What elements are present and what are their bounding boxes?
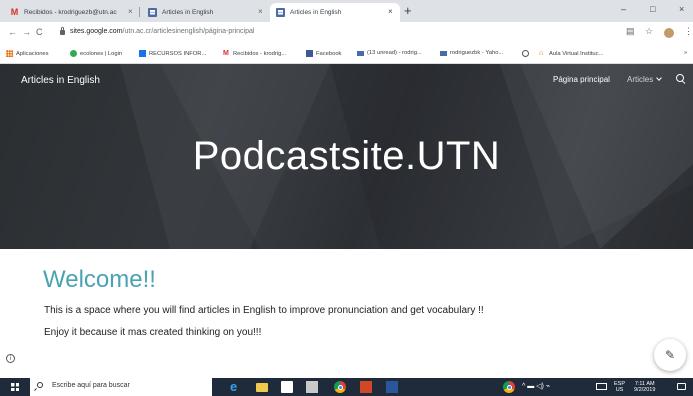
- bookmark-label: Facebook: [316, 50, 342, 57]
- mail-icon: [440, 50, 447, 56]
- apps-grid-icon: [6, 50, 13, 57]
- site-title[interactable]: Articles in English: [21, 75, 100, 86]
- chrome-tray-icon[interactable]: [503, 381, 515, 393]
- bookmark-recursos[interactable]: RECURSOS INFOR...: [139, 50, 206, 57]
- file-explorer-icon[interactable]: [256, 383, 268, 392]
- powerpoint-icon[interactable]: [360, 381, 372, 393]
- taskbar-search-placeholder: Escribe aquí para buscar: [52, 382, 130, 389]
- edge-browser-icon[interactable]: e: [230, 380, 242, 393]
- bookmark-label: Aula Virtual Instituc...: [549, 50, 604, 57]
- bookmarks-overflow-button[interactable]: »: [684, 50, 687, 56]
- minimize-button[interactable]: –: [621, 4, 626, 14]
- google-sites-icon: [148, 8, 157, 17]
- address-bar[interactable]: sites.google.com/utn.ac.cr/articlesineng…: [70, 28, 254, 35]
- globe-icon: [522, 50, 529, 57]
- bookmark-label: rodriguezbk - Yaho...: [450, 50, 504, 56]
- bookmark-globe[interactable]: [522, 50, 532, 57]
- bookmark-aplicaciones[interactable]: Aplicaciones: [6, 50, 49, 57]
- google-sites-icon: [276, 8, 285, 17]
- taskbar-search-box[interactable]: Escribe aquí para buscar: [30, 378, 212, 396]
- bookmarks-bar: Aplicaciones ecolones | Login RECURSOS I…: [0, 46, 693, 64]
- bookmark-label: Aplicaciones: [16, 50, 49, 57]
- gmail-icon: M: [223, 50, 229, 57]
- browser-toolbar: ← → C sites.google.com/utn.ac.cr/article…: [0, 22, 693, 46]
- nav-articles-menu[interactable]: Articles: [627, 75, 663, 84]
- bookmark-star-icon[interactable]: ☆: [645, 26, 653, 37]
- keyboard-icon[interactable]: [596, 383, 607, 390]
- input-language[interactable]: ESP US: [614, 381, 625, 393]
- url-host: sites.google.com: [70, 28, 123, 35]
- tab-gmail[interactable]: M Recibidos - krodriguezb@utn.ac: [4, 3, 137, 22]
- welcome-heading: Welcome!!: [43, 266, 156, 293]
- forward-button[interactable]: →: [22, 27, 31, 37]
- close-tab-icon[interactable]: ×: [128, 7, 133, 16]
- window-close-button[interactable]: ×: [679, 4, 684, 14]
- intro-paragraph: This is a space where you will find arti…: [44, 305, 484, 316]
- gmail-icon: M: [10, 7, 19, 17]
- tab-title: Articles in English: [290, 9, 342, 16]
- new-tab-button[interactable]: +: [404, 3, 412, 19]
- lock-icon[interactable]: [60, 27, 65, 35]
- notifications-icon[interactable]: [677, 383, 686, 390]
- mail-icon: [357, 50, 364, 56]
- extension-avatar-icon[interactable]: [664, 28, 674, 40]
- tab-title: Recibidos - krodriguezb@utn.ac: [24, 9, 117, 16]
- search-icon: [37, 382, 43, 388]
- site-hero-banner: Articles in English Página principal Art…: [0, 64, 693, 249]
- keyboard-layout: US: [615, 387, 624, 393]
- bookmark-label: Recibidos - krodrig...: [233, 50, 287, 57]
- translate-icon[interactable]: ▤: [626, 26, 635, 37]
- url-path: /utn.ac.cr/articlesinenglish/página-prin…: [122, 28, 255, 35]
- bookmark-label: (13 unread) - rodrig...: [367, 50, 422, 56]
- back-button[interactable]: ←: [8, 27, 17, 37]
- tab-divider: [139, 7, 140, 17]
- browser-tab-strip: M Recibidos - krodriguezb@utn.ac × Artic…: [0, 0, 693, 22]
- bookmark-recibidos[interactable]: M Recibidos - krodrig...: [223, 50, 286, 57]
- hero-heading: Podcastsite.UTN: [192, 134, 501, 178]
- aula-icon: ⌂: [539, 50, 544, 57]
- tab-articles-active[interactable]: Articles in English: [270, 3, 400, 22]
- bookmark-label: ecolones | Login: [80, 50, 123, 57]
- word-icon[interactable]: [386, 381, 398, 393]
- reload-button[interactable]: C: [36, 27, 43, 37]
- bookmark-unread[interactable]: (13 unread) - rodrig...: [357, 50, 422, 56]
- close-tab-icon[interactable]: ×: [258, 7, 263, 16]
- bookmark-blue-icon: [139, 50, 146, 57]
- info-icon[interactable]: i: [6, 354, 15, 363]
- chevron-down-icon: [656, 75, 663, 81]
- edit-button[interactable]: ✎: [654, 339, 686, 371]
- facebook-icon: [306, 50, 313, 57]
- enjoy-paragraph: Enjoy it because it mas created thinking…: [44, 327, 262, 338]
- browser-menu-icon[interactable]: ⋮: [684, 26, 693, 37]
- nav-articles-label: Articles: [627, 75, 654, 84]
- bookmark-yahoo[interactable]: rodriguezbk - Yaho...: [440, 50, 503, 56]
- windows-start-icon[interactable]: [11, 383, 19, 391]
- bookmark-aula-virtual[interactable]: ⌂ Aula Virtual Instituc...: [539, 50, 603, 57]
- close-tab-icon[interactable]: ×: [388, 7, 393, 16]
- clock-date: 9/2/2019: [634, 387, 656, 393]
- ecolones-icon: [70, 50, 77, 57]
- tab-title: Articles in English: [162, 9, 214, 16]
- maximize-button[interactable]: □: [650, 4, 655, 14]
- clock[interactable]: 7:11 AM 9/2/2019: [634, 381, 655, 393]
- bookmark-ecolones[interactable]: ecolones | Login: [70, 50, 122, 57]
- pencil-icon: ✎: [664, 348, 676, 362]
- system-tray-icons[interactable]: ^ ▬ ◁) ⌁: [522, 382, 550, 390]
- bookmark-facebook[interactable]: Facebook: [306, 50, 341, 57]
- windows-taskbar: Escribe aquí para buscar e ^ ▬ ◁) ⌁ ESP …: [0, 378, 693, 396]
- chrome-icon[interactable]: [334, 381, 346, 393]
- store-icon[interactable]: [281, 381, 293, 393]
- bookmark-label: RECURSOS INFOR...: [149, 50, 207, 57]
- nav-home-link[interactable]: Página principal: [553, 75, 610, 84]
- search-icon[interactable]: [676, 74, 686, 84]
- tab-articles-1[interactable]: Articles in English: [142, 3, 270, 22]
- calculator-icon[interactable]: [306, 381, 318, 393]
